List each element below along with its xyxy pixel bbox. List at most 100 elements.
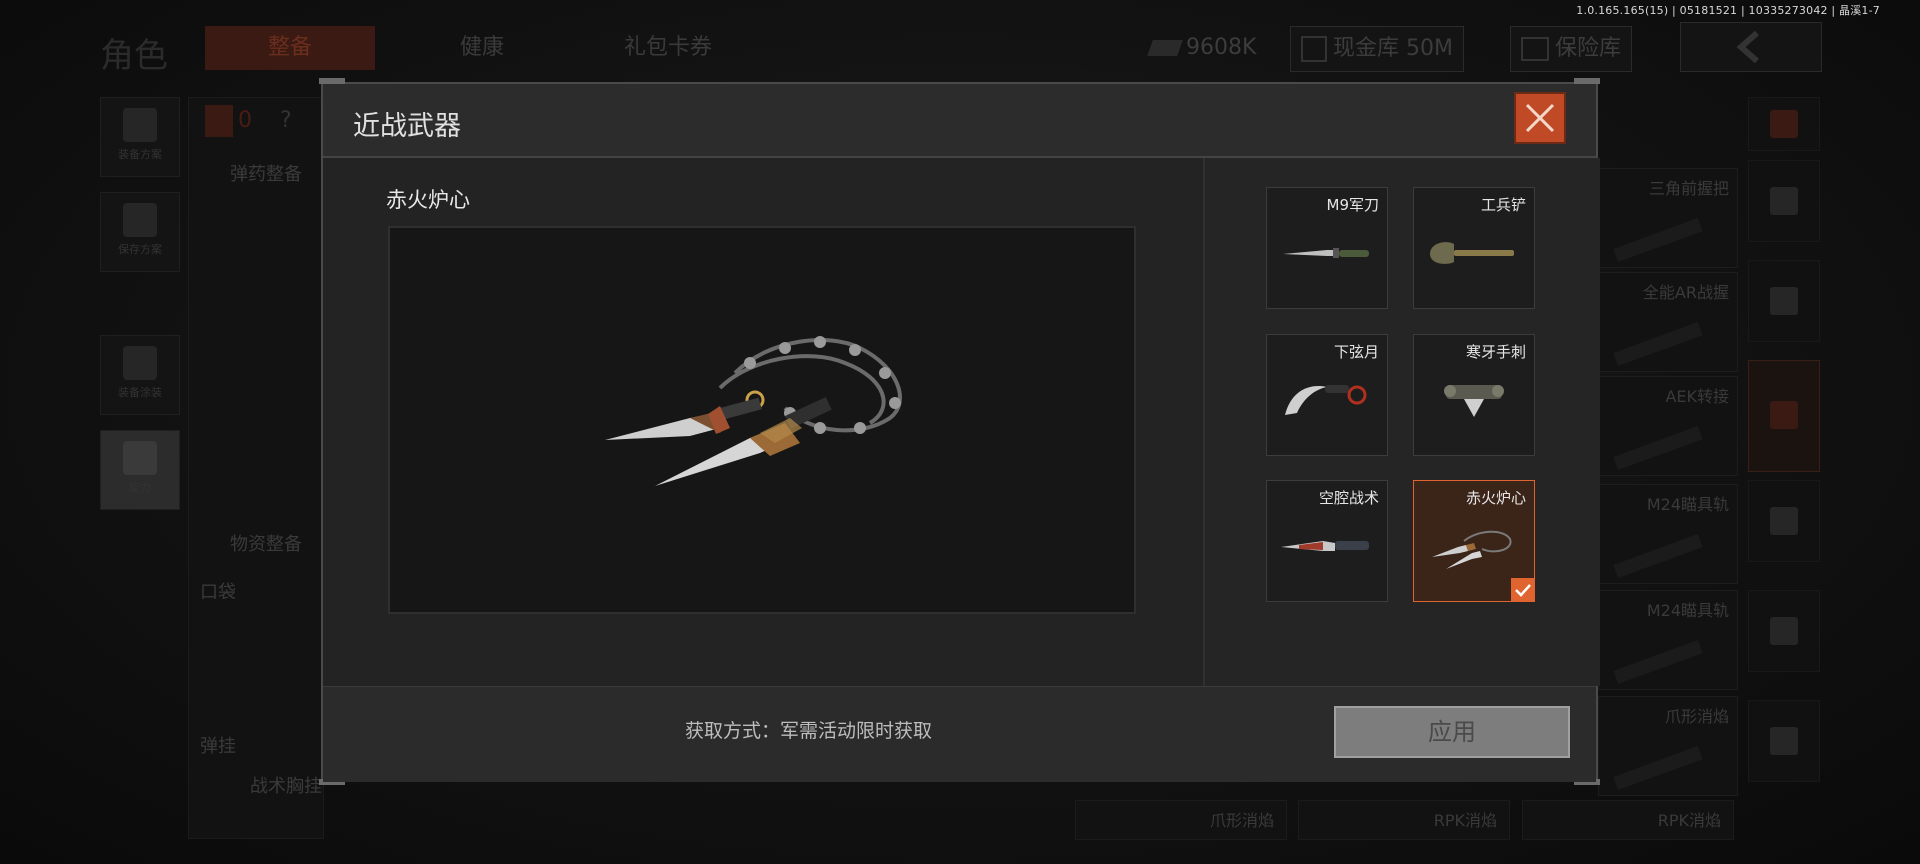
attachment-icon [1613, 218, 1703, 262]
cash-vault-label: 现金库 50M [1333, 36, 1453, 61]
back-button[interactable] [1680, 22, 1822, 72]
karambit-icon [1285, 385, 1367, 415]
download-icon [123, 203, 157, 237]
attachment-label: 爪形消焰 [1664, 707, 1729, 726]
tactical-vest-label: 战术胸挂 [250, 776, 322, 797]
ability-label: 能力 [129, 481, 151, 494]
lightning-hex-icon [123, 441, 157, 475]
weapon-preview [388, 226, 1136, 614]
melee-weapon-dialog: 近战武器 赤火炉心 M9军刀 工兵铲 下弦月 寒牙手刺 空腔战术 赤火炉心 获取… [319, 78, 1600, 785]
weapon-card-label: 赤火炉心 [1465, 489, 1526, 507]
weapon-card-m9-bayonet[interactable]: M9军刀 [1266, 187, 1388, 309]
currency-display: 9608K [1140, 26, 1266, 70]
dialog-title: 近战武器 [353, 111, 461, 142]
attachment-label: 三角前握把 [1648, 179, 1729, 198]
backpack-icon [205, 105, 233, 137]
medkit-icon [1770, 617, 1798, 645]
skin-label: 装备涂装 [118, 386, 162, 399]
home-icon [1770, 187, 1798, 215]
loadout-plan-button[interactable]: 装备方案 [100, 97, 180, 177]
bottom-attachment-card[interactable]: RPK消焰 [1522, 800, 1734, 840]
ammo-section-label: 弹药整备 [230, 164, 302, 185]
side-melee-button[interactable] [1748, 360, 1820, 472]
supply-section-label: 物资整备 [230, 534, 302, 555]
currency-value: 9608K [1186, 35, 1257, 60]
attachment-card[interactable]: M24瞄具轨 [1598, 590, 1738, 690]
dialog-header: 近战武器 [323, 84, 1596, 158]
stack-icon [1770, 110, 1798, 138]
skin-button[interactable]: 装备涂装 [100, 335, 180, 415]
check-icon [1515, 584, 1531, 597]
tab-gift-cards[interactable]: 礼包卡券 [583, 26, 753, 70]
screen-title: 角色 [100, 36, 168, 76]
weapon-card-hollow-tactical[interactable]: 空腔战术 [1266, 480, 1388, 602]
attachment-card[interactable]: 爪形消焰 [1598, 696, 1738, 796]
side-grenade-button[interactable] [1748, 480, 1820, 562]
insurance-label: 保险库 [1555, 36, 1622, 61]
side-tool-button[interactable] [1748, 700, 1820, 782]
attachment-icon [1613, 746, 1703, 790]
counter-value: 0 [238, 108, 252, 133]
attachment-card[interactable]: 三角前握把 [1598, 168, 1738, 268]
weapon-card-label: 下弦月 [1333, 343, 1379, 361]
shovel-icon [1430, 242, 1514, 264]
weapon-card-label: 空腔战术 [1318, 489, 1379, 507]
attachment-label: M24瞄具轨 [1646, 495, 1729, 514]
tab-health[interactable]: 健康 [397, 26, 567, 70]
apply-button[interactable]: 应用 [1334, 706, 1570, 758]
weapon-card-label: M9军刀 [1326, 196, 1380, 214]
attachment-card[interactable]: 全能AR战握 [1598, 272, 1738, 372]
attachment-label: M24瞄具轨 [1646, 601, 1729, 620]
punch-dagger-icon [1444, 385, 1504, 417]
attachment-icon [1613, 640, 1703, 684]
bayonet-icon [1283, 248, 1369, 258]
attachment-label: 全能AR战握 [1642, 283, 1729, 302]
version-info: 1.0.165.165(15) | 05181521 | 10335273042… [1576, 4, 1880, 17]
tab-gear[interactable]: 整备 [205, 26, 375, 70]
attachment-card[interactable]: AEK转接 [1598, 376, 1738, 476]
close-button[interactable] [1514, 92, 1566, 144]
grenade-icon [1770, 507, 1798, 535]
weapon-card-red-fire-heart[interactable]: 赤火炉心 [1413, 480, 1535, 602]
help-icon[interactable]: ? [280, 108, 292, 133]
chain-blade-icon [605, 336, 902, 486]
cash-vault-button[interactable]: 现金库 50M [1290, 26, 1464, 72]
tool-icon [1770, 727, 1798, 755]
bandolier-label: 弹挂 [200, 736, 236, 757]
side-ammo-button[interactable] [1748, 260, 1820, 342]
selected-weapon-name: 赤火炉心 [386, 188, 470, 212]
side-stack-button[interactable] [1748, 97, 1820, 151]
pocket-label: 口袋 [200, 582, 236, 603]
selected-checkmark [1511, 578, 1535, 602]
attachment-card[interactable]: M24瞄具轨 [1598, 484, 1738, 584]
weapon-card-waning-moon[interactable]: 下弦月 [1266, 334, 1388, 456]
save-plan-label: 保存方案 [118, 243, 162, 256]
bottom-attachment-card[interactable]: RPK消焰 [1298, 800, 1510, 840]
vest-icon [123, 108, 157, 142]
weapon-card-label: 工兵铲 [1480, 196, 1526, 214]
weapon-list-pane [1203, 158, 1600, 686]
bullet-icon [1770, 287, 1798, 315]
safe-icon [1521, 37, 1549, 61]
side-home-button[interactable] [1748, 160, 1820, 242]
ability-button[interactable]: 能力 [100, 430, 180, 510]
close-icon [1525, 103, 1555, 133]
side-medkit-button[interactable] [1748, 590, 1820, 672]
tactical-knife-icon [1281, 541, 1369, 551]
attachment-icon [1613, 426, 1703, 470]
currency-icon [1147, 40, 1183, 56]
vault-icon [1301, 36, 1327, 62]
loadout-panel [188, 97, 324, 839]
insurance-vault-button[interactable]: 保险库 [1510, 26, 1633, 72]
soldier-icon [123, 346, 157, 380]
attachment-label: AEK转接 [1665, 387, 1729, 406]
back-arrow-icon [1736, 30, 1759, 64]
weapon-card-entrenching-shovel[interactable]: 工兵铲 [1413, 187, 1535, 309]
attachment-icon [1613, 322, 1703, 366]
weapon-card-frost-fang[interactable]: 寒牙手刺 [1413, 334, 1535, 456]
bottom-attachment-card[interactable]: 爪形消焰 [1075, 800, 1287, 840]
loadout-plan-label: 装备方案 [118, 148, 162, 161]
acquire-method-text: 获取方式：军需活动限时获取 [685, 720, 933, 742]
save-plan-button[interactable]: 保存方案 [100, 192, 180, 272]
attachment-icon [1613, 534, 1703, 578]
